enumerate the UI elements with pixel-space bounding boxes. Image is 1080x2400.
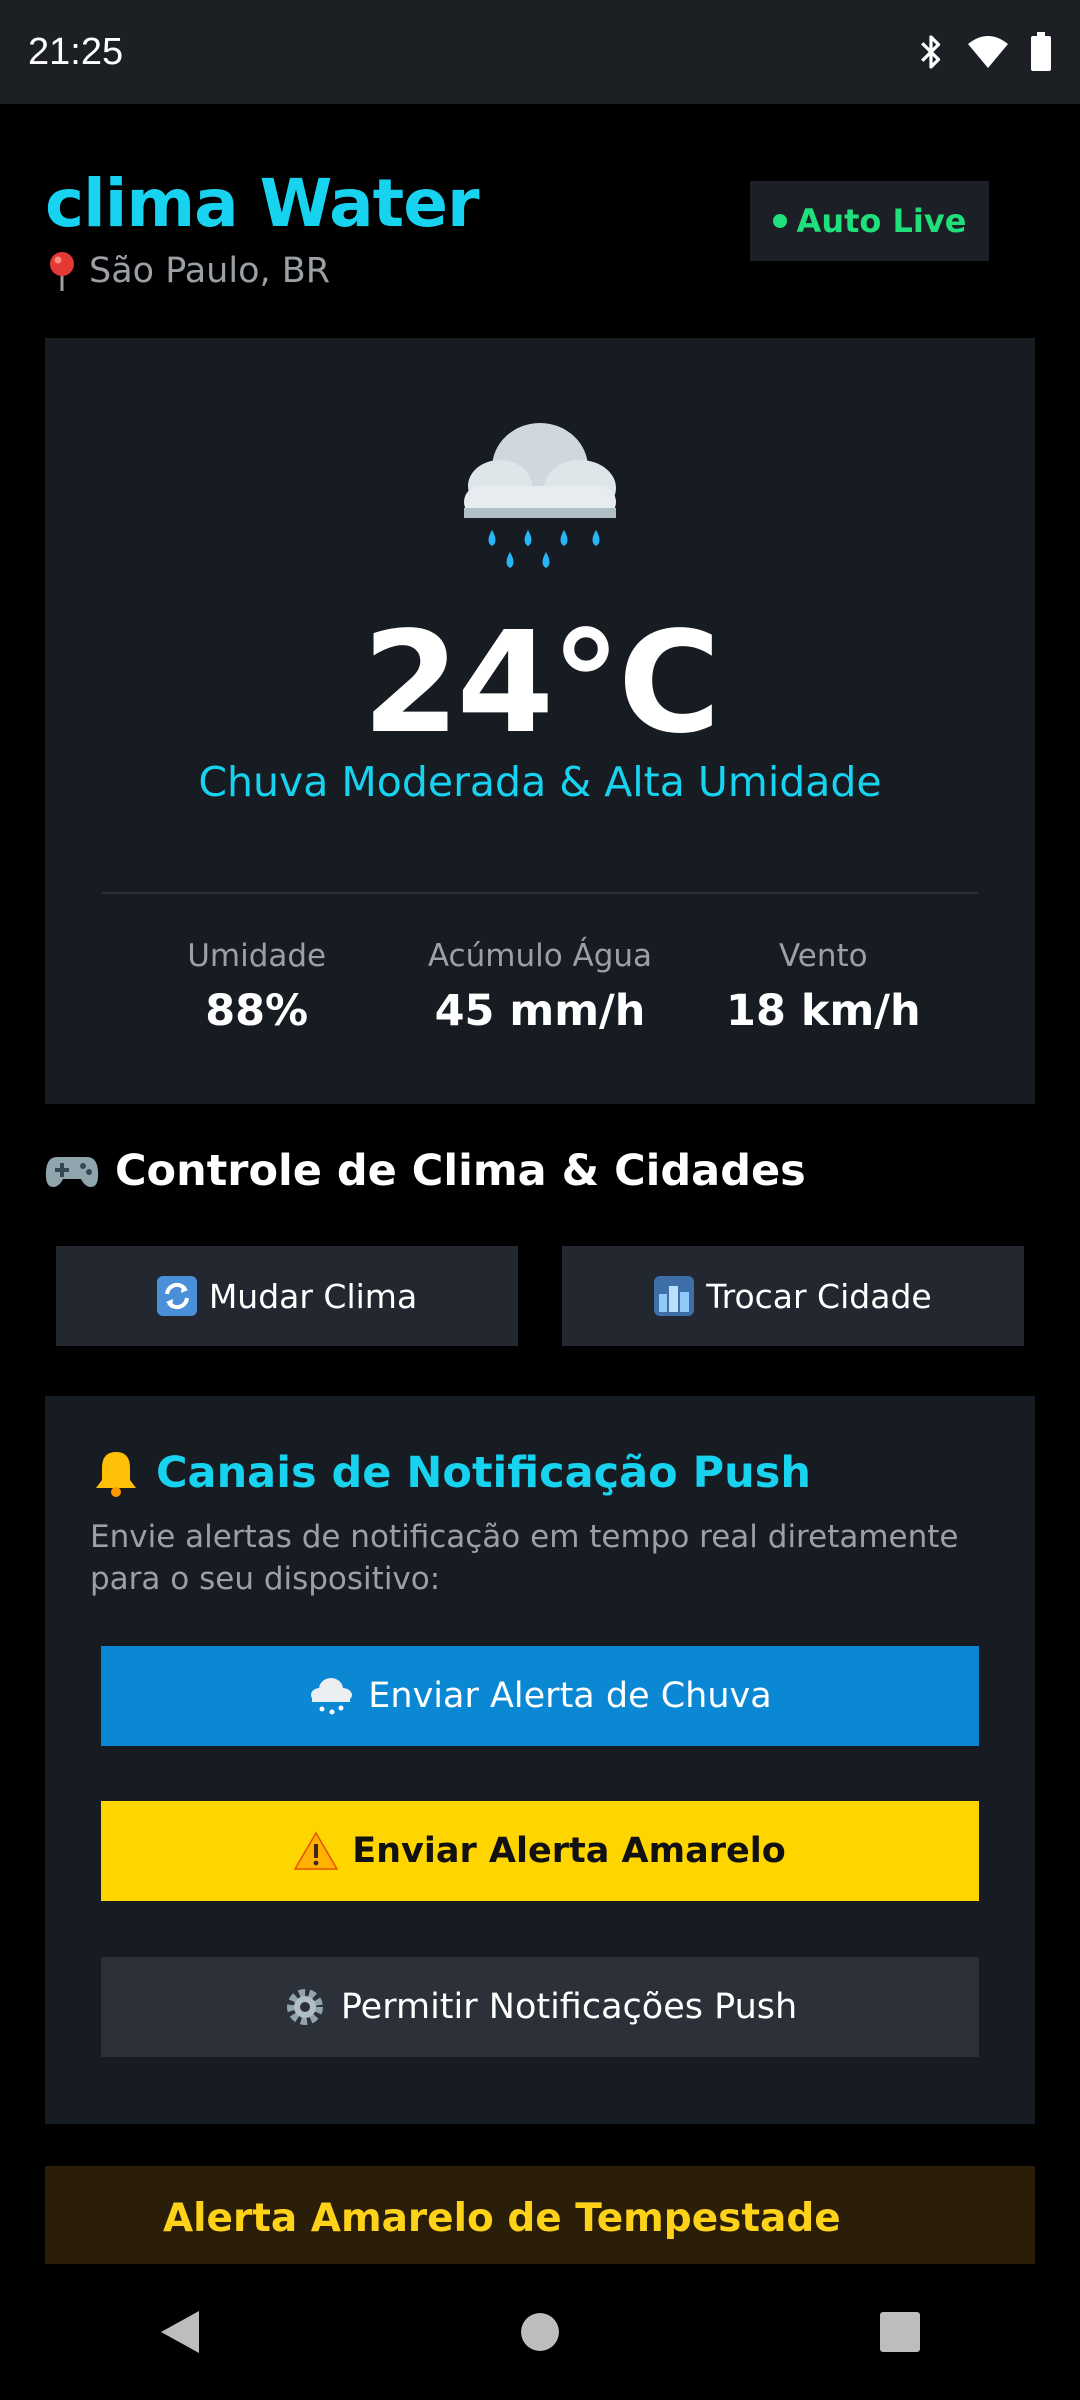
temperature: 24°C <box>362 602 721 765</box>
notifications-title: Canais de Notificação Push <box>90 1448 811 1498</box>
send-rain-alert-button[interactable]: Enviar Alerta de Chuva <box>101 1646 979 1746</box>
change-city-label: Trocar Cidade <box>706 1276 932 1316</box>
bell-icon <box>96 1452 136 1497</box>
status-time: 21:25 <box>28 30 124 73</box>
condition-text: Chuva Moderada & Alta Umidade <box>198 758 882 806</box>
gamepad-icon <box>45 1157 99 1187</box>
bluetooth-icon <box>921 35 941 69</box>
recents-button[interactable] <box>840 2272 960 2392</box>
send-rain-alert-label: Enviar Alerta de Chuva <box>368 1676 772 1716</box>
rain-cloud-icon <box>464 423 616 568</box>
allow-push-button[interactable]: Permitir Notificações Push <box>101 1957 979 2057</box>
stat-value: 45 mm/h <box>434 986 646 1036</box>
stat-humidity: Umidade 88% <box>117 938 397 1036</box>
battery-icon <box>1031 32 1051 71</box>
controls-title: Controle de Clima & Cidades <box>45 1146 806 1196</box>
cityscape-icon <box>654 1276 695 1316</box>
notifications-title-text: Canais de Notificação Push <box>156 1448 811 1498</box>
send-yellow-alert-label: Enviar Alerta Amarelo <box>352 1831 786 1871</box>
stat-label: Vento <box>778 938 868 974</box>
weather-card: 24°C Chuva Moderada & Alta Umidade Umida… <box>45 338 1035 1104</box>
stat-label: Acúmulo Água <box>427 938 653 974</box>
refresh-icon <box>156 1276 197 1316</box>
storm-alert-title: Alerta Amarelo de Tempestade <box>163 2196 841 2241</box>
stat-value: 88% <box>205 986 309 1036</box>
wifi-icon <box>968 36 1008 68</box>
divider <box>102 892 978 894</box>
status-icons <box>916 32 1052 72</box>
location: São Paulo, BR <box>45 250 330 292</box>
stat-water: Acúmulo Água 45 mm/h <box>400 938 680 1036</box>
recents-square-icon <box>880 2312 920 2352</box>
notifications-card: Canais de Notificação Push Envie alertas… <box>45 1396 1035 2124</box>
snow-cloud-icon <box>311 1678 353 1715</box>
location-text: São Paulo, BR <box>89 251 331 291</box>
status-bar: 21:25 <box>0 0 1080 104</box>
storm-alert-card: Alerta Amarelo de Tempestade <box>45 2166 1035 2264</box>
change-weather-label: Mudar Clima <box>208 1276 418 1316</box>
stat-wind: Vento 18 km/h <box>683 938 963 1036</box>
gear-icon <box>286 1989 323 2025</box>
app-title: clima Water <box>45 165 480 242</box>
live-badge-label: Auto Live <box>796 202 967 240</box>
home-circle-icon <box>521 2313 559 2351</box>
controls-title-text: Controle de Clima & Cidades <box>115 1146 806 1196</box>
stat-value: 18 km/h <box>726 986 921 1036</box>
navigation-bar <box>0 2264 1080 2400</box>
change-city-button[interactable]: Trocar Cidade <box>562 1246 1024 1346</box>
content: clima Water São Paulo, BR Auto Live 24°C… <box>0 104 1080 2264</box>
home-button[interactable] <box>480 2272 600 2392</box>
notifications-description: Envie alertas de notificação em tempo re… <box>90 1519 959 1597</box>
back-triangle-icon <box>161 2311 199 2353</box>
live-dot-icon <box>772 214 787 228</box>
back-button[interactable] <box>120 2272 240 2392</box>
allow-push-label: Permitir Notificações Push <box>340 1987 798 2027</box>
send-yellow-alert-button[interactable]: Enviar Alerta Amarelo <box>101 1801 979 1901</box>
controls-row: Mudar Clima Trocar Cidade <box>56 1246 1024 1346</box>
weather-stats: Umidade 88% Acúmulo Água 45 mm/h Vento 1… <box>45 938 1035 1036</box>
change-weather-button[interactable]: Mudar Clima <box>56 1246 518 1346</box>
warning-icon <box>294 1831 339 1870</box>
pin-icon <box>50 252 74 291</box>
live-badge: Auto Live <box>750 181 989 261</box>
stat-label: Umidade <box>187 938 327 974</box>
